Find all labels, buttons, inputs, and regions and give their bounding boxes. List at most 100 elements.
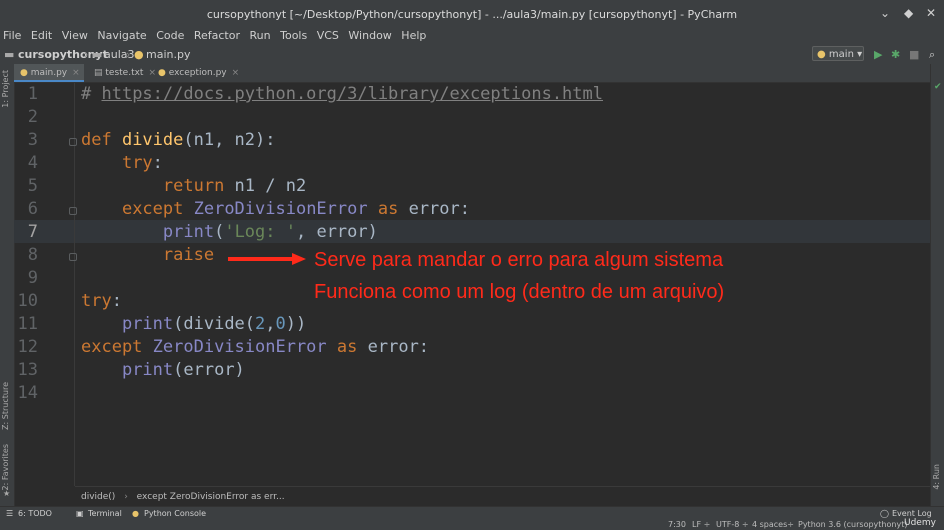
docs-link[interactable]: https://docs.python.org/3/library/except… [101,84,603,104]
tab-main-py[interactable]: ● main.py × [14,64,84,82]
folder-icon: ▬ [4,48,15,61]
tool-python-console[interactable]: Python Console [144,509,206,518]
chevron-right-icon: › [84,48,89,61]
tab-label: teste.txt [105,68,144,78]
code-line-8: raise [162,245,215,265]
navigation-bar: ▬ cursopythonyt › ▬ aula3 › ● main.py ● … [0,44,944,65]
line-number: 13 [17,360,38,380]
code-line-10: try: [81,291,122,311]
menu-tools[interactable]: Tools [280,28,307,44]
code-line-4: try: [121,153,163,173]
left-tool-window-bar: 1: Project Z: Structure 2: Favorites ★ [0,64,15,506]
editor-breadcrumb: divide() › except ZeroDivisionError as e… [75,486,930,507]
menu-window[interactable]: Window [348,28,391,44]
python-file-icon: ● [20,68,28,78]
menu-file[interactable]: File [3,28,21,44]
line-number: 2 [27,107,38,127]
close-icon[interactable]: ✕ [926,6,936,20]
check-icon: ✔ [934,82,942,92]
line-separator[interactable]: LF ÷ [692,520,710,529]
chevron-down-icon[interactable]: ⌄ [880,6,890,20]
code-line-1: # https://docs.python.org/3/library/exce… [81,84,603,104]
title-bar: cursopythonyt [~/Desktop/Python/cursopyt… [0,0,944,28]
line-number: 7 [27,222,38,242]
terminal-icon: ▣ [76,509,84,518]
code-line-13: print(error) [121,360,245,380]
event-log-icon: ◯ [880,509,889,518]
menu-bar: File Edit View Navigate Code Refactor Ru… [0,28,944,44]
run-icon[interactable]: ▶ [874,48,882,61]
code-line-11: print(divide(2,0)) [121,314,307,334]
breadcrumb-separator: › [124,492,128,502]
line-number: 4 [27,153,38,173]
code-line-3: def divide(n1, n2): [81,130,276,150]
tab-teste-txt[interactable]: ▤ teste.txt × [88,64,156,82]
todo-icon: ☰ [6,509,14,518]
menu-code[interactable]: Code [156,28,184,44]
red-arrow-icon [228,253,306,265]
maximize-icon[interactable]: ◆ [904,6,913,20]
code-line-5: return n1 / n2 [162,176,307,196]
python-file-icon: ● [158,68,166,78]
status-bar: 7:30 LF ÷ UTF-8 ÷ 4 spaces÷ Python 3.6 (… [0,518,944,530]
code-line-12: except ZeroDivisionError as error: [81,337,430,357]
search-icon[interactable]: ⌕ [929,48,935,62]
menu-run[interactable]: Run [250,28,271,44]
tool-run[interactable]: 4: Run [932,464,941,490]
tool-project[interactable]: 1: Project [1,70,10,108]
annotation-line-1: Serve para mandar o erro para algum sist… [314,249,724,271]
tool-event-log[interactable]: Event Log [892,509,932,518]
line-number: 9 [27,268,38,288]
tab-exception-py[interactable]: ● exception.py × [152,64,242,82]
menu-view[interactable]: View [62,28,88,44]
udemy-watermark: Udemy [904,518,936,528]
menu-navigate[interactable]: Navigate [97,28,146,44]
text-file-icon: ▤ [94,68,103,78]
tool-favorites[interactable]: 2: Favorites [1,444,10,490]
menu-help[interactable]: Help [401,28,426,44]
right-tool-window-bar: ✔ 4: Run [930,64,944,506]
python-file-icon: ● [134,48,144,61]
breadcrumb-clause[interactable]: except ZeroDivisionError as err... [137,492,285,502]
annotation-line-2: Funciona como um log (dentro de um arqui… [314,281,725,303]
tool-structure[interactable]: Z: Structure [1,382,10,430]
line-number: 14 [17,383,38,403]
bottom-tool-bar: ☰ 6: TODO ▣ Terminal ● Python Console ◯ … [0,506,944,521]
code-line-6: except ZeroDivisionError as error: [121,199,470,219]
tab-label: main.py [30,68,68,78]
run-config-label: main [828,49,854,60]
line-number: 10 [17,291,38,311]
python-console-icon: ● [132,509,139,518]
stop-icon[interactable]: ■ [909,48,919,61]
star-icon: ★ [3,489,11,498]
run-config-select[interactable]: ● main ▾ [812,46,864,61]
menu-vcs[interactable]: VCS [317,28,339,44]
chevron-right-icon: › [126,48,131,61]
line-number: 11 [17,314,38,334]
breadcrumb-func[interactable]: divide() [81,492,115,502]
line-number: 8 [27,245,38,265]
tool-todo[interactable]: 6: TODO [18,509,52,518]
line-number: 5 [27,176,38,196]
caret-position[interactable]: 7:30 [668,520,686,529]
line-number: 1 [27,84,38,104]
close-icon[interactable]: × [72,68,80,78]
tool-terminal[interactable]: Terminal [88,509,122,518]
line-number-gutter: 1 2 3 4 5 6 7 8 9 10 11 12 13 14 [14,83,77,486]
line-number: 6 [27,199,38,219]
editor-tabs: ● main.py × ▤ teste.txt × ● exception.py × [14,64,930,83]
close-icon[interactable]: × [232,68,240,78]
window-title: cursopythonyt [~/Desktop/Python/cursopyt… [206,8,738,21]
nav-file[interactable]: main.py [146,48,190,61]
debug-icon[interactable]: ✱ [891,48,900,61]
tab-label: exception.py [168,68,227,78]
interpreter[interactable]: Python 3.6 (cursopythonyt) [798,520,907,529]
folder-icon: ▬ [92,48,103,61]
file-encoding[interactable]: UTF-8 ÷ [716,520,749,529]
menu-refactor[interactable]: Refactor [194,28,240,44]
line-number: 12 [17,337,38,357]
code-line-7: print('Log: ', error) [162,222,378,242]
indent-setting[interactable]: 4 spaces÷ [752,520,794,529]
line-number: 3 [27,130,38,150]
menu-edit[interactable]: Edit [31,28,52,44]
